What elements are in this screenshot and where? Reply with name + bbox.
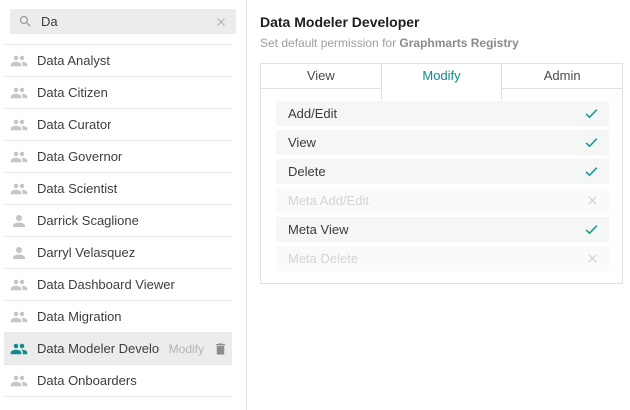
subtitle-registry-name: Graphmarts Registry: [399, 36, 518, 50]
group-icon: [10, 340, 28, 358]
user-list-item[interactable]: Data Governor: [4, 141, 232, 173]
group-icon: [10, 84, 28, 102]
user-list-item[interactable]: Darryl Velasquez: [4, 237, 232, 269]
user-list: Data Analyst Data Citizen Data Curator Data…: [4, 44, 232, 397]
user-list-item[interactable]: Data Curator: [4, 109, 232, 141]
user-list-item[interactable]: Data Dashboard Viewer: [4, 269, 232, 301]
group-icon: [10, 308, 28, 326]
permission-label: Add/Edit: [288, 106, 337, 121]
permission-row[interactable]: Meta View: [276, 217, 609, 242]
search-input[interactable]: [41, 14, 206, 29]
user-name: Data Scientist: [37, 181, 117, 196]
detail-panel: Data Modeler Developer Set default permi…: [247, 0, 630, 410]
permission-label: Meta Add/Edit: [288, 193, 369, 208]
permission-label: Delete: [288, 164, 326, 179]
permission-list: Add/Edit View Delete Meta Add/Edit Meta View…: [261, 101, 622, 271]
user-list-item[interactable]: Data Migration: [4, 301, 232, 333]
group-icon: [10, 180, 28, 198]
permission-row[interactable]: Delete: [276, 159, 609, 184]
user-name: Data Onboarders: [37, 373, 137, 388]
permission-label: View: [288, 135, 316, 150]
trash-icon[interactable]: [213, 341, 228, 357]
user-name: Data Governor: [37, 149, 122, 164]
user-name: Data Citizen: [37, 85, 108, 100]
permission-badge: Modify: [169, 342, 204, 356]
user-list-item[interactable]: Data Modeler Developer Modify: [4, 333, 232, 365]
user-name: Data Curator: [37, 117, 111, 132]
permission-row[interactable]: Meta Add/Edit: [276, 188, 609, 213]
app-window: Data Analyst Data Citizen Data Curator Data…: [0, 0, 630, 410]
check-icon: [583, 221, 600, 238]
x-icon: [585, 251, 600, 266]
user-name: Darrick Scaglione: [37, 213, 139, 228]
user-name: Data Migration: [37, 309, 122, 324]
group-icon: [10, 148, 28, 166]
user-list-item[interactable]: Data Scientist: [4, 173, 232, 205]
sidebar: Data Analyst Data Citizen Data Curator Data…: [0, 0, 247, 410]
subtitle: Set default permission for Graphmarts Re…: [260, 37, 623, 50]
check-icon: [583, 163, 600, 180]
permission-row[interactable]: Add/Edit: [276, 101, 609, 126]
permission-row[interactable]: View: [276, 130, 609, 155]
person-icon: [10, 244, 28, 262]
subtitle-text: Set default permission for: [260, 36, 399, 50]
check-icon: [583, 134, 600, 151]
permission-label: Meta Delete: [288, 251, 358, 266]
user-name: Data Analyst: [37, 53, 110, 68]
x-icon: [585, 193, 600, 208]
group-icon: [10, 52, 28, 70]
page-title: Data Modeler Developer: [260, 14, 623, 30]
user-name: Data Dashboard Viewer: [37, 277, 175, 292]
permission-tabs: ViewModifyAdmin: [261, 64, 622, 89]
permission-label: Meta View: [288, 222, 348, 237]
person-icon: [10, 212, 28, 230]
permission-row[interactable]: Meta Delete: [276, 246, 609, 271]
user-list-item[interactable]: Data Citizen: [4, 77, 232, 109]
group-icon: [10, 372, 28, 390]
tab-modify[interactable]: Modify: [381, 64, 503, 99]
group-icon: [10, 276, 28, 294]
search-icon: [18, 14, 33, 29]
check-icon: [583, 105, 600, 122]
search-box[interactable]: [10, 9, 236, 34]
clear-search-icon[interactable]: [214, 15, 228, 29]
user-name: Data Modeler Developer: [37, 341, 160, 356]
user-list-item[interactable]: Data Onboarders: [4, 365, 232, 397]
user-list-item[interactable]: Darrick Scaglione: [4, 205, 232, 237]
group-icon: [10, 116, 28, 134]
tab-admin[interactable]: Admin: [502, 64, 622, 89]
user-name: Darryl Velasquez: [37, 245, 135, 260]
permission-box: ViewModifyAdmin Add/EditViewDeleteMeta A…: [260, 63, 623, 284]
tab-view[interactable]: View: [261, 64, 381, 89]
user-list-item[interactable]: Data Analyst: [4, 45, 232, 77]
